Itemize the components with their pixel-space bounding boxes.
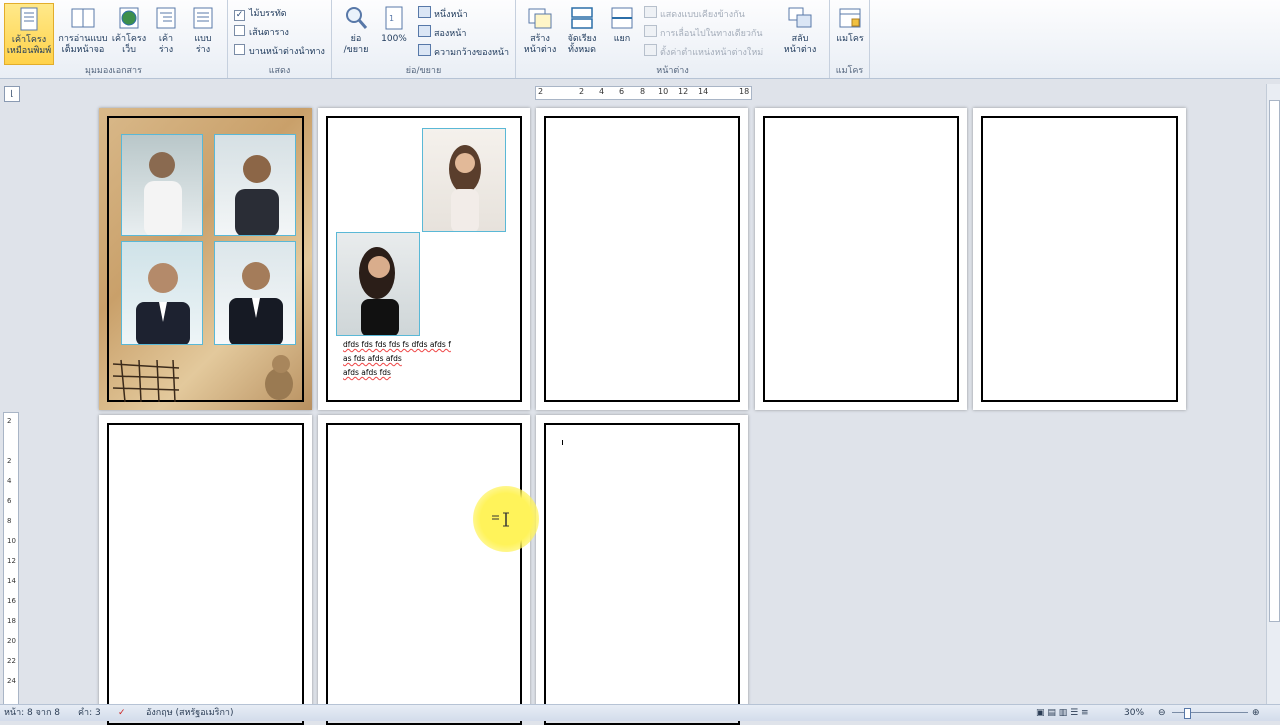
navigation-pane-checkbox[interactable]: บานหน้าต่างนำทาง [234, 44, 325, 60]
page-7[interactable] [318, 415, 530, 725]
reset-position-icon [644, 44, 657, 56]
reset-window-position-button[interactable]: ตั้งค่าตำแหน่งหน้าต่างใหม่ [644, 44, 763, 60]
window-group: สร้าง หน้าต่าง จัดเรียง ทั้งหมด แยก แสดง… [516, 0, 830, 78]
magnifier-icon [343, 5, 369, 31]
web-layout-button[interactable]: เค้าโครง เว็บ [110, 3, 148, 65]
horizontal-ruler[interactable]: 2 2 4 6 8 10 12 14 18 [535, 86, 752, 100]
globe-icon [116, 5, 142, 31]
document-views-label: มุมมองเอกสาร [85, 66, 142, 76]
photo-man-suit-right[interactable] [214, 241, 296, 345]
word-count[interactable]: คำ: 3 [78, 705, 101, 721]
draft-button[interactable]: แบบ ร่าง [184, 3, 222, 65]
document-views-group: เค้าโครง เหมือนพิมพ์ การอ่านแบบ เต็มหน้า… [0, 0, 228, 78]
ribbon: เค้าโครง เหมือนพิมพ์ การอ่านแบบ เต็มหน้า… [0, 0, 1280, 79]
ruler-check-icon: ✓ [234, 10, 245, 21]
tab-selector-button[interactable]: ⌊ [4, 86, 20, 102]
sync-scroll-icon [644, 25, 657, 37]
page-8[interactable] [536, 415, 748, 725]
zoom-in-button[interactable]: ⊕ [1252, 705, 1260, 721]
arrange-all-icon [569, 5, 595, 31]
window-group-label: หน้าต่าง [656, 66, 689, 76]
two-pages-icon [418, 25, 431, 37]
macros-group-label: แมโคร [835, 66, 864, 76]
zoom-group-label: ย่อ/ขยาย [405, 66, 442, 76]
page-3[interactable] [536, 108, 748, 410]
document-text[interactable]: dfds fds fds fds fs dfds afds f as fds a… [343, 338, 451, 380]
view-shortcuts[interactable]: ▣ ▤ ▥ ☰ ≡ [1036, 705, 1089, 721]
full-screen-reading-button[interactable]: การอ่านแบบ เต็มหน้าจอ [58, 3, 108, 65]
text-caret [562, 440, 563, 445]
cat-decoration [265, 355, 293, 400]
outline-button[interactable]: เค้า ร่าง [150, 3, 182, 65]
photo-woman-long-hair[interactable] [422, 128, 506, 232]
two-pages-button[interactable]: สองหน้า [418, 25, 466, 41]
photo-man-suit-left[interactable] [121, 241, 203, 345]
zoom-out-button[interactable]: ⊖ [1158, 705, 1166, 721]
new-window-button[interactable]: สร้าง หน้าต่าง [520, 3, 560, 65]
one-page-icon [418, 6, 431, 18]
print-layout-button[interactable]: เค้าโครง เหมือนพิมพ์ [4, 3, 54, 65]
proofing-icon[interactable]: ✓ [118, 705, 126, 721]
zoom-group: ย่อ /ขยาย 1 100% หนึ่งหน้า สองหน้า ความก… [332, 0, 516, 78]
outline-icon [153, 5, 179, 31]
zoom-button[interactable]: ย่อ /ขยาย [338, 3, 374, 65]
side-by-side-icon [644, 6, 657, 18]
page-5[interactable] [973, 108, 1186, 410]
page-100-icon: 1 [381, 5, 407, 31]
vertical-ruler[interactable]: 2 2 4 6 8 10 12 14 16 18 20 22 24 [3, 412, 19, 706]
split-button[interactable]: แยก [604, 3, 640, 65]
status-bar: หน้า: 8 จาก 8 คำ: 3 ✓ อังกฤษ (สหรัฐอเมริ… [0, 704, 1280, 721]
language-indicator[interactable]: อังกฤษ (สหรัฐอเมริกา) [146, 705, 234, 721]
macros-button[interactable]: แมโคร [832, 3, 868, 65]
one-page-button[interactable]: หนึ่งหน้า [418, 6, 468, 22]
synchronous-scrolling-button[interactable]: การเลื่อนไปในทางเดียวกัน [644, 25, 763, 41]
photo-woman-black-dress[interactable] [336, 232, 420, 336]
zoom-100-button[interactable]: 1 100% [376, 3, 412, 65]
show-group-label: แสดง [268, 66, 291, 76]
view-side-by-side-button[interactable]: แสดงแบบเคียงข้างกัน [644, 6, 745, 22]
scrollbar-thumb[interactable] [1269, 100, 1280, 622]
page-1[interactable] [99, 108, 312, 410]
full-screen-reading-icon [70, 5, 96, 31]
draft-icon [190, 5, 216, 31]
switch-windows-icon [787, 5, 813, 31]
switch-windows-button[interactable]: สลับ หน้าต่าง [778, 3, 822, 65]
split-icon [609, 5, 635, 31]
page-width-button[interactable]: ความกว้างของหน้า [418, 44, 509, 60]
show-group: ✓ ไม้บรรทัด เส้นตาราง บานหน้าต่างนำทาง แส… [228, 0, 332, 78]
page-6[interactable] [99, 415, 312, 725]
gridlines-checkbox[interactable]: เส้นตาราง [234, 25, 289, 41]
print-layout-icon [16, 6, 42, 32]
arrange-all-button[interactable]: จัดเรียง ทั้งหมด [562, 3, 602, 65]
page-count[interactable]: หน้า: 8 จาก 8 [4, 705, 60, 721]
macros-group: แมโคร แมโคร [830, 0, 870, 78]
macros-icon [837, 5, 863, 31]
new-window-icon [527, 5, 553, 31]
page-width-icon [418, 44, 431, 56]
woven-basket-decoration [112, 359, 180, 403]
ruler-checkbox[interactable]: ✓ ไม้บรรทัด [234, 6, 287, 22]
page-4[interactable] [755, 108, 967, 410]
zoom-slider-thumb[interactable] [1184, 708, 1191, 719]
photo-man-white-shirt[interactable] [121, 134, 203, 236]
text-cursor-icon [492, 512, 509, 527]
svg-text:1: 1 [389, 14, 394, 23]
photo-man-dark-shirt[interactable] [214, 134, 296, 236]
vertical-scrollbar[interactable] [1266, 84, 1280, 704]
zoom-level[interactable]: 30% [1124, 705, 1144, 721]
